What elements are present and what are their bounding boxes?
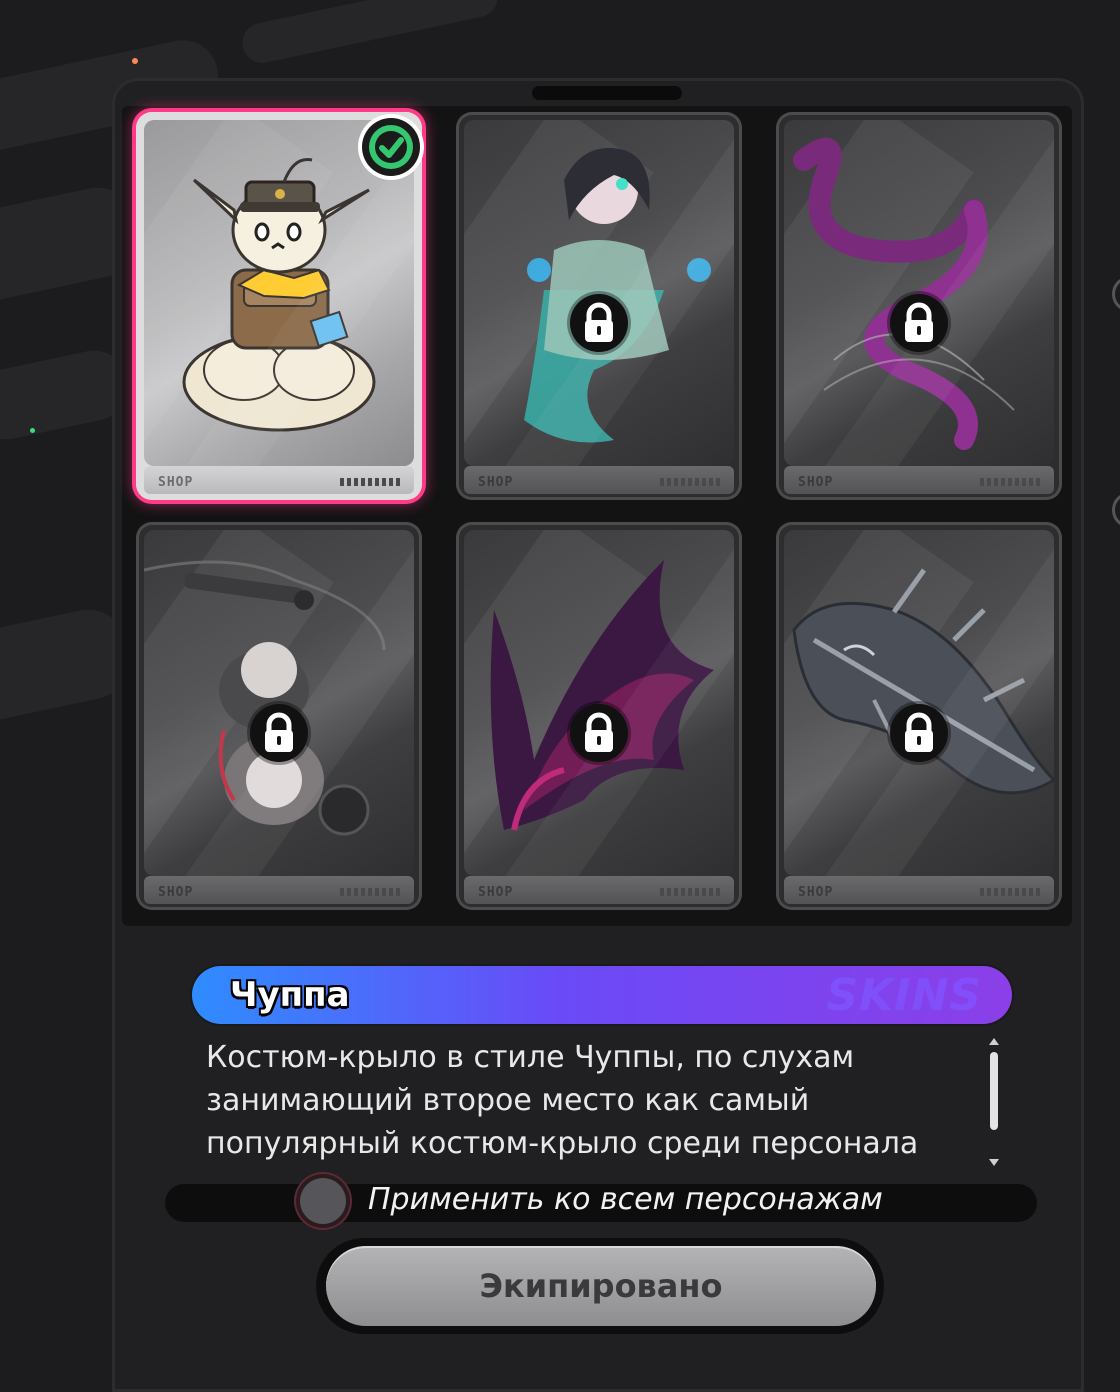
scroll-arrow-down-icon[interactable] [989,1159,999,1166]
check-icon [362,118,420,176]
bg-spark [132,58,138,64]
mechanical-wing-art [792,568,1054,795]
skin-card-ribbon[interactable]: SHOP [776,112,1062,500]
skin-name: Чуппа [230,975,350,1015]
lock-icon [250,704,308,762]
skin-preview [784,120,1054,466]
shop-label: SHOP [478,885,514,900]
skin-card-mechanical[interactable]: SHOP [776,522,1062,910]
description-scrollbar[interactable] [986,1038,1002,1166]
lock-icon [570,704,628,762]
lock-icon [570,294,628,352]
lock-icon [890,704,948,762]
panel-handle[interactable] [532,86,682,100]
skin-preview [784,530,1054,876]
purple-flame-wing-art [490,560,714,831]
shop-label: SHOP [798,885,834,900]
scroll-arrow-up-icon[interactable] [989,1038,999,1045]
shop-label: SHOP [798,475,834,490]
apply-all-label[interactable]: Применить ко всем персонажам [368,1182,883,1217]
skin-name-bar: Чуппа SKINS [192,966,1012,1024]
side-decoration [1112,276,1120,312]
skin-card-flame[interactable]: SHOP [456,522,742,910]
skin-description: Костюм-крыло в стиле Чуппы, по слухам за… [206,1040,919,1161]
equip-button[interactable]: Экипировано [326,1246,876,1326]
skin-card-scythe[interactable]: SHOP [136,522,422,910]
ribbon-wing-art [793,137,1015,450]
side-decoration [1112,492,1120,528]
shop-label: SHOP [158,885,194,900]
skin-card-chuppa[interactable]: SHOP [136,112,422,500]
apply-all-radio[interactable] [300,1178,346,1224]
lock-icon [890,294,948,352]
skin-preview [144,530,414,876]
shop-label: SHOP [158,475,194,490]
shop-label: SHOP [478,475,514,490]
skin-card-ghost[interactable]: SHOP [456,112,742,500]
ghost-costume-art [524,148,711,443]
skin-preview [464,530,734,876]
skin-preview [464,120,734,466]
scroll-thumb[interactable] [990,1052,998,1130]
skins-watermark: SKINS [826,970,982,1021]
scythe-doll-art [144,560,386,836]
bg-spark [30,428,35,433]
